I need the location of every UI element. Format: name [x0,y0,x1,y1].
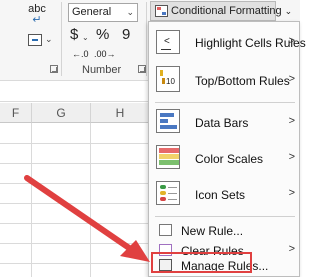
conditional-formatting-button[interactable]: Conditional Formatting ⌄ [150,1,292,21]
menu-item-color-scales[interactable]: Color Scales > [149,142,300,174]
line-mark [168,187,177,188]
bar-mark [160,119,168,123]
grid-line [0,223,150,224]
wrap-text-button[interactable]: abc ↵ [28,4,46,30]
submenu-arrow-icon: > [288,35,295,47]
wrap-arrow-icon: ↵ [32,14,42,26]
menu-item-label: Data Bars [195,116,249,130]
conditional-formatting-icon [155,5,168,17]
menu-item-icon-sets[interactable]: Icon Sets > [149,178,300,210]
group-separator [61,2,62,76]
color-band [159,160,179,165]
color-scales-icon [156,145,180,169]
status-dot [160,191,166,195]
comma-style-button[interactable]: 9 [122,26,130,44]
number-format-buttons: $ ⌄ % 9 [70,26,150,44]
color-band [159,154,179,159]
grid-line [31,123,32,277]
number-format-select[interactable]: General ⌄ [68,3,138,22]
menu-item-top-bottom-rules[interactable]: 10 Top/Bottom Rules > [149,64,300,96]
menu-item-clear-rules[interactable]: Clear Rules > [149,232,300,258]
menu-item-highlight-cells-rules[interactable]: < Highlight Cells Rules > [149,28,306,58]
underline-mark [161,49,171,50]
menu-item-label: Top/Bottom Rules [195,74,290,88]
icon-sets-icon [156,181,180,205]
arrow-shaft [24,175,135,253]
grid-line [0,163,150,164]
submenu-arrow-icon: > [288,73,295,85]
bar-mark [160,113,174,117]
column-header-h[interactable]: H [91,103,150,123]
menu-separator [155,102,295,103]
number-format-value: General [72,6,112,18]
currency-dropdown-icon[interactable]: ⌄ [82,29,89,47]
color-band [159,148,179,153]
decrease-decimal-icon[interactable]: .00→ [94,48,116,60]
menu-item-label: Icon Sets [195,188,246,202]
line-mark [168,193,177,194]
merge-dropdown-icon[interactable]: ⌄ [45,34,53,45]
manage-rules-highlight-box [151,252,252,273]
merge-cells-icon [28,34,42,46]
ten-glyph: 10 [166,77,175,86]
data-bars-icon [156,109,180,133]
number-group-label: Number [82,64,122,76]
top-bottom-icon: 10 [156,66,180,92]
number-dialog-launcher-icon[interactable] [138,65,146,73]
grid-line [90,123,91,277]
grid-line [0,143,150,144]
submenu-arrow-icon: > [288,187,295,199]
less-than-glyph: < [164,36,170,47]
conditional-formatting-label: Conditional Formatting [171,5,282,17]
highlight-cells-icon: < [156,30,180,54]
line-mark [168,199,177,200]
menu-item-data-bars[interactable]: Data Bars > [149,106,300,138]
grid-line [0,263,150,264]
bar-mark [160,125,177,129]
merge-center-button[interactable]: ⌄ [28,34,53,50]
column-header-g[interactable]: G [32,103,91,123]
grid-line [0,203,150,204]
bar-mark [162,78,165,84]
percent-button[interactable]: % [96,26,109,44]
bar-mark [160,70,163,76]
group-separator [146,2,147,76]
submenu-arrow-icon: > [288,151,295,163]
column-header-f[interactable]: F [0,103,32,123]
currency-button[interactable]: $ [70,26,78,44]
alignment-dialog-launcher-icon[interactable] [50,65,58,73]
increase-decimal-icon[interactable]: ←.0 [72,48,89,60]
decimal-buttons: ←.0 .00→ [72,48,116,62]
status-dot [160,185,166,189]
status-dot [160,197,166,201]
conditional-formatting-menu: < Highlight Cells Rules > 10 Top/Bottom … [148,21,306,277]
chevron-down-icon: ⌄ [126,7,134,17]
menu-item-label: Color Scales [195,152,264,166]
grid-line [0,243,150,244]
submenu-arrow-icon: > [288,115,295,127]
grid-line [0,183,150,184]
chevron-down-icon: ⌄ [284,6,293,16]
sheet-top-strip [0,80,150,102]
menu-separator [155,216,295,217]
